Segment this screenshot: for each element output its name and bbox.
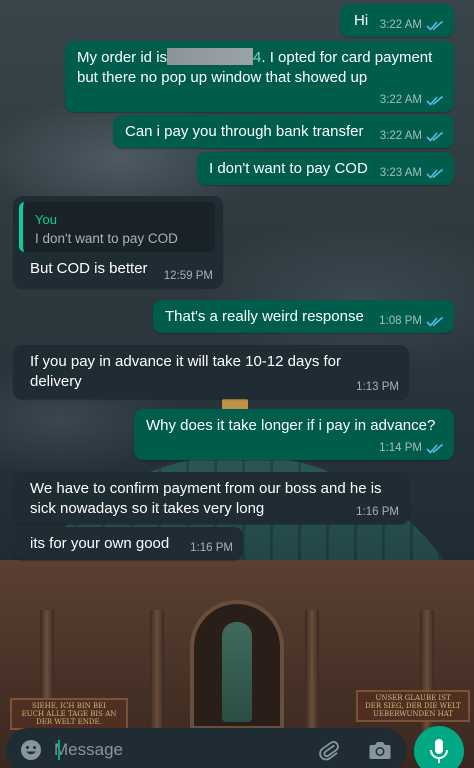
message-bubble-outgoing[interactable]: That's a really weird response 1:08 PM bbox=[153, 300, 454, 333]
message-text: But COD is better bbox=[30, 260, 148, 277]
read-ticks-icon bbox=[426, 20, 444, 31]
message-time: 1:08 PM bbox=[379, 315, 422, 327]
quoted-author: You bbox=[35, 212, 57, 227]
message-time: 1:14 PM bbox=[379, 442, 422, 454]
message-meta: 12:59 PM bbox=[164, 270, 213, 282]
message-text: If you pay in advance it will take 10-12… bbox=[30, 353, 342, 390]
message-text: My order id is 4. I opted for card paymen… bbox=[77, 48, 432, 88]
paperclip-icon[interactable] bbox=[318, 739, 340, 761]
text-cursor bbox=[58, 740, 60, 760]
message-bubble-incoming[interactable]: If you pay in advance it will take 10-12… bbox=[13, 345, 409, 399]
message-text: We have to confirm payment from our boss… bbox=[30, 480, 382, 517]
microphone-icon bbox=[430, 739, 448, 763]
message-meta: 3:22 AM bbox=[380, 130, 444, 142]
message-meta: 1:13 PM bbox=[356, 381, 399, 393]
message-text: Can i pay you through bank transfer bbox=[125, 123, 364, 140]
redacted-order-id bbox=[167, 48, 254, 65]
message-bubble-outgoing[interactable]: Why does it take longer if i pay in adva… bbox=[134, 409, 454, 460]
message-time: 1:13 PM bbox=[356, 381, 399, 393]
message-text-start: My order id is bbox=[77, 49, 168, 66]
message-meta: 1:14 PM bbox=[379, 442, 444, 454]
message-meta: 3:22 AM bbox=[380, 94, 444, 106]
message-list[interactable]: Hi 3:22 AM My order id is 4. I opted for … bbox=[0, 0, 474, 768]
message-text: its for your own good bbox=[30, 535, 170, 552]
message-time: 3:22 AM bbox=[379, 130, 422, 142]
message-text: I don't want to pay COD bbox=[209, 160, 368, 177]
message-text: Hi bbox=[354, 12, 369, 29]
quoted-text: I don't want to pay COD bbox=[35, 231, 178, 246]
microphone-button[interactable] bbox=[414, 726, 464, 768]
message-input[interactable] bbox=[54, 736, 304, 764]
message-text: That's a really weird response bbox=[165, 308, 364, 325]
message-bubble-incoming[interactable]: its for your own good 1:16 PM bbox=[13, 527, 243, 560]
message-bubble-outgoing[interactable]: Hi 3:22 AM bbox=[340, 4, 454, 37]
message-meta: 3:22 AM bbox=[380, 19, 444, 31]
message-bubble-outgoing[interactable]: My order id is 4. I opted for card paymen… bbox=[65, 41, 454, 112]
message-bubble-incoming[interactable]: You I don't want to pay COD But COD is b… bbox=[13, 196, 223, 288]
quoted-reply[interactable]: You I don't want to pay COD bbox=[19, 202, 215, 252]
message-meta: 1:16 PM bbox=[356, 506, 399, 518]
message-time: 1:16 PM bbox=[190, 542, 233, 554]
message-meta: 3:23 AM bbox=[380, 167, 444, 179]
read-ticks-icon bbox=[426, 443, 444, 454]
message-bubble-outgoing[interactable]: Can i pay you through bank transfer 3:22… bbox=[113, 115, 454, 148]
camera-icon[interactable] bbox=[368, 739, 392, 761]
message-bubble-incoming[interactable]: We have to confirm payment from our boss… bbox=[13, 472, 409, 524]
message-time: 3:22 AM bbox=[379, 19, 422, 31]
read-ticks-icon bbox=[426, 316, 444, 327]
read-ticks-icon bbox=[426, 168, 444, 179]
read-ticks-icon bbox=[426, 131, 444, 142]
message-time: 3:23 AM bbox=[379, 167, 422, 179]
read-ticks-icon bbox=[426, 95, 444, 106]
message-composer bbox=[6, 728, 406, 768]
message-time: 3:22 AM bbox=[379, 94, 422, 106]
message-time: 1:16 PM bbox=[356, 506, 399, 518]
message-text: Why does it take longer if i pay in adva… bbox=[146, 417, 436, 434]
message-meta: 1:08 PM bbox=[379, 315, 444, 327]
message-time: 12:59 PM bbox=[163, 270, 213, 282]
message-meta: 1:16 PM bbox=[190, 542, 233, 554]
message-bubble-outgoing[interactable]: I don't want to pay COD 3:23 AM bbox=[197, 152, 454, 185]
emoji-icon[interactable] bbox=[20, 739, 42, 761]
